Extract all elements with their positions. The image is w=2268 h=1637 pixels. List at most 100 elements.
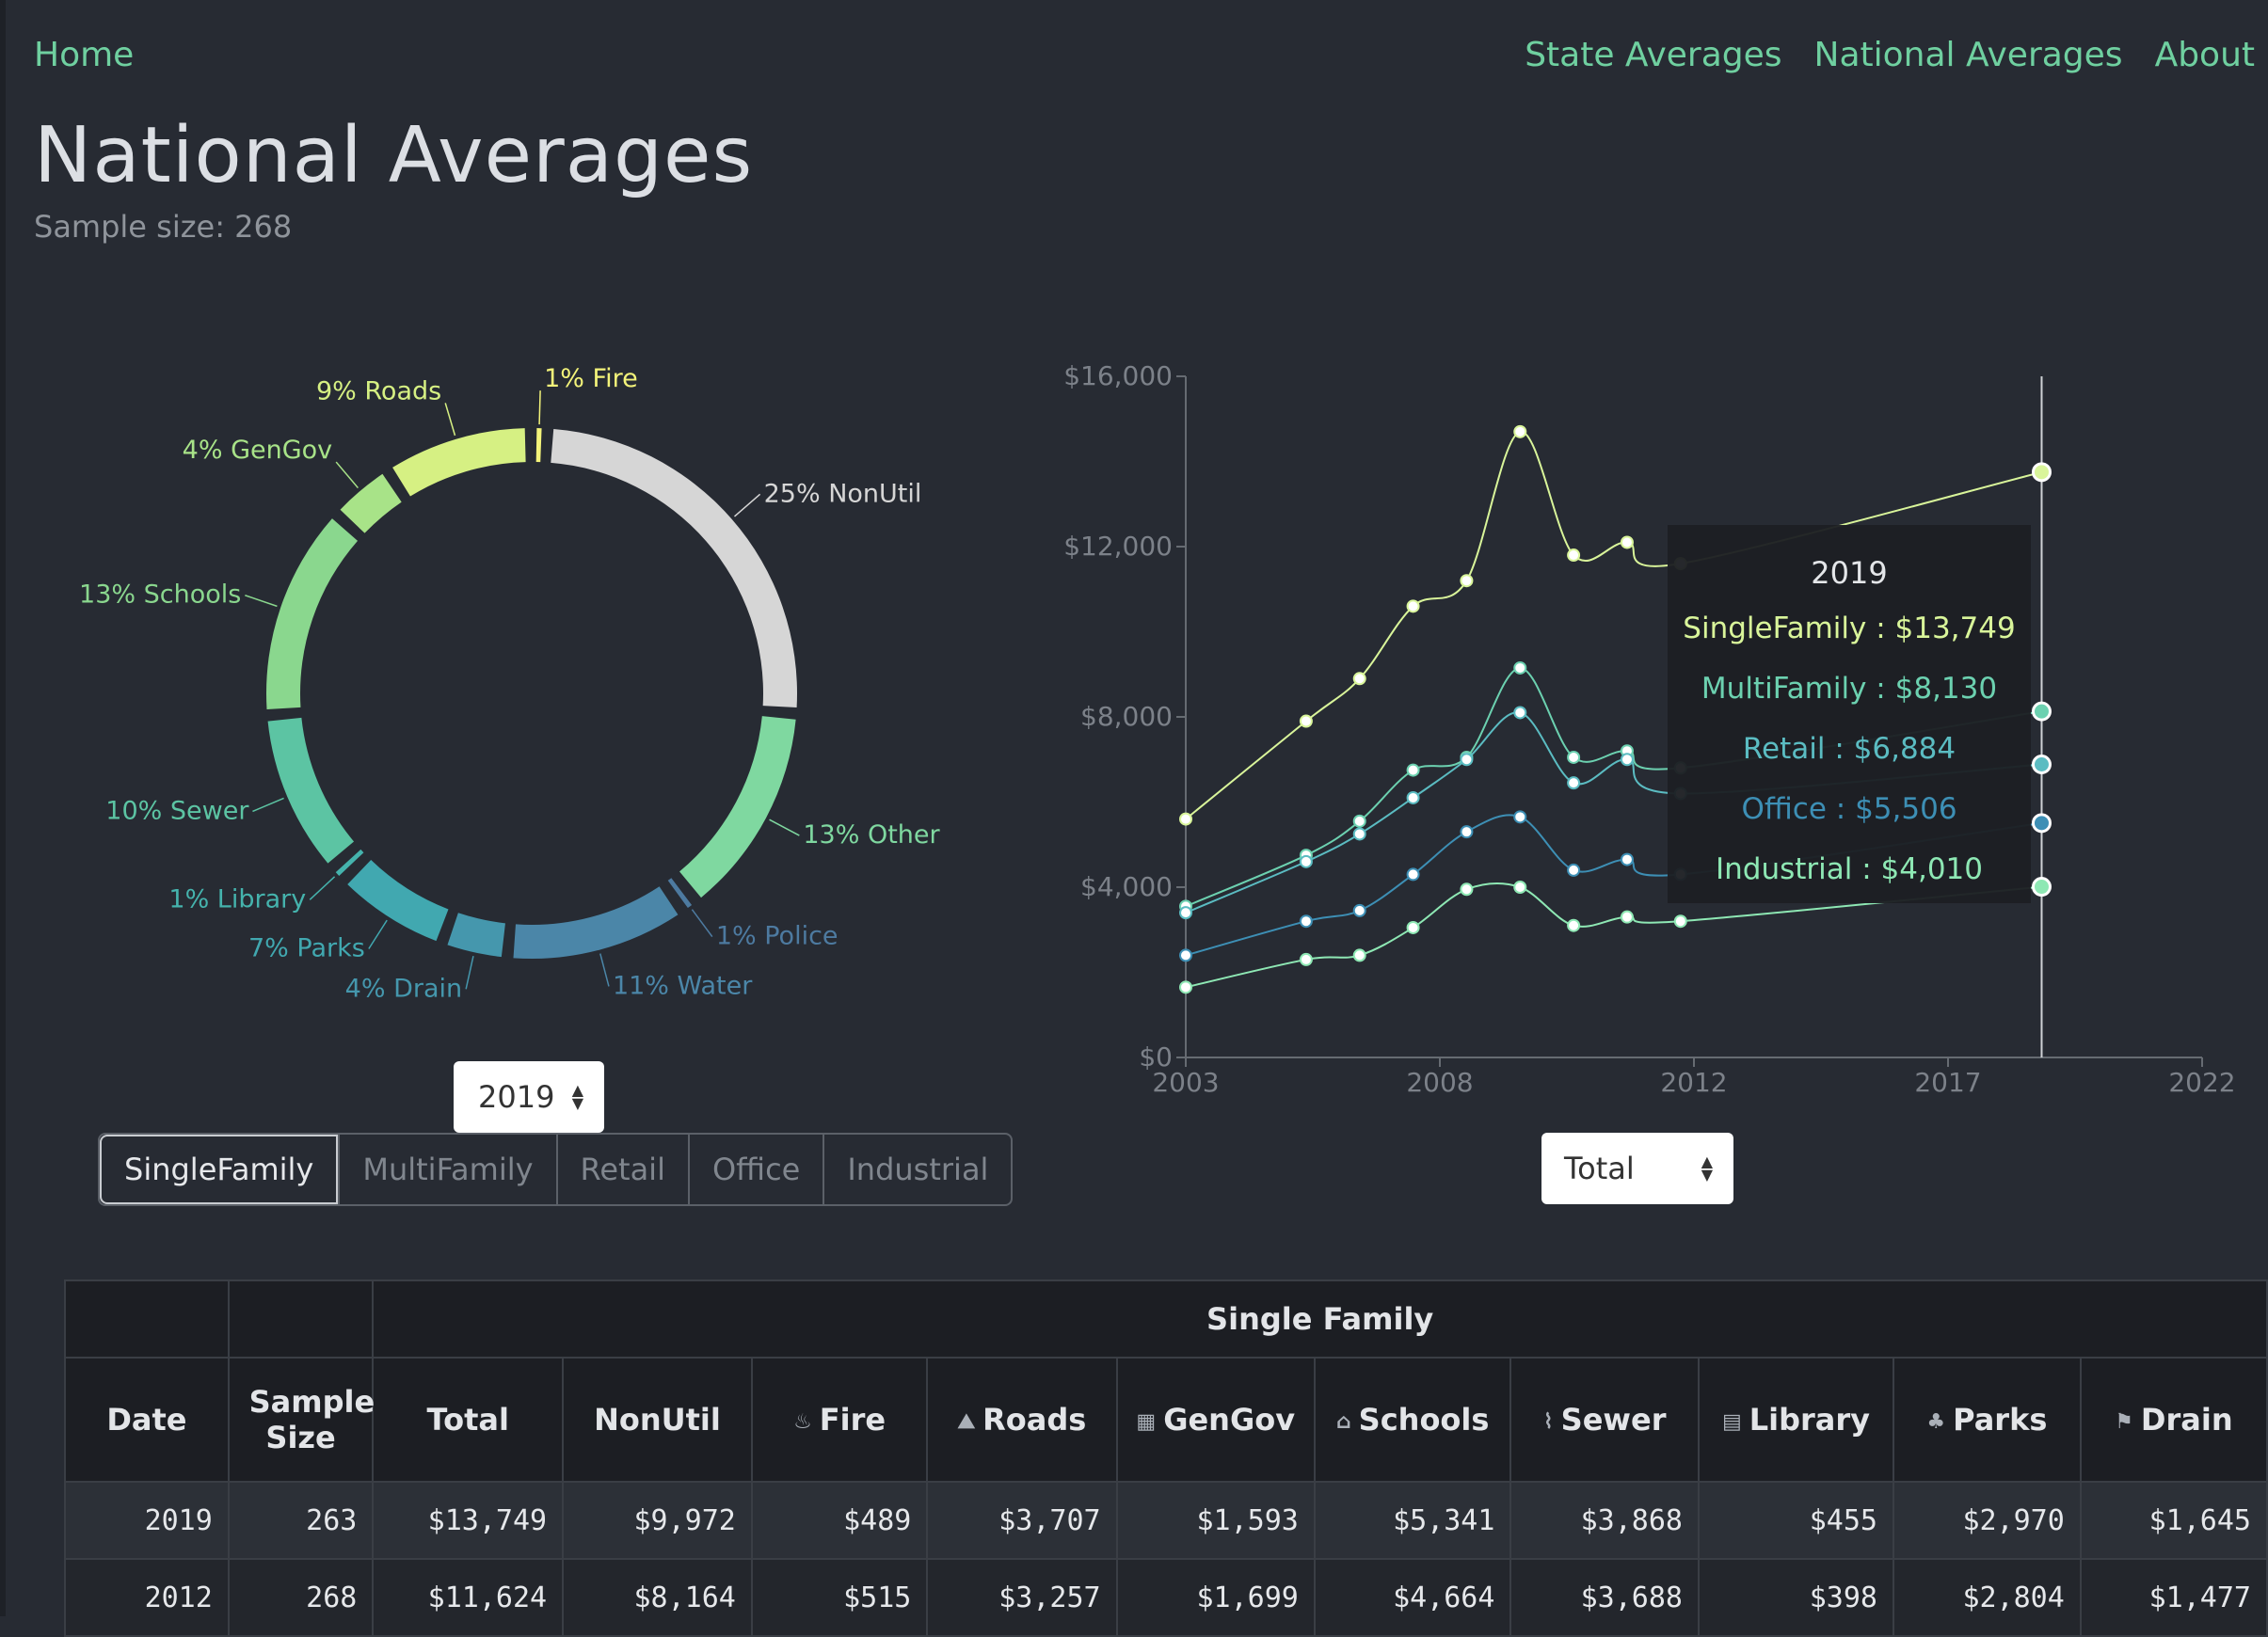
donut-slice[interactable] xyxy=(347,860,449,942)
column-header-fire[interactable]: ♨ Fire xyxy=(750,1357,929,1483)
data-point[interactable] xyxy=(1620,753,1634,767)
data-point[interactable] xyxy=(1567,548,1581,563)
type-button-office[interactable]: Office xyxy=(687,1135,823,1204)
data-point[interactable] xyxy=(1299,952,1313,966)
data-point[interactable] xyxy=(1179,980,1192,994)
donut-slice[interactable] xyxy=(340,473,402,533)
nav-national-averages-link[interactable]: National Averages xyxy=(1814,36,2123,74)
table-cell: $2,804 xyxy=(1892,1558,2082,1637)
data-point[interactable] xyxy=(1406,920,1420,934)
donut-leader-line xyxy=(309,876,336,900)
data-point[interactable] xyxy=(2031,813,2052,834)
data-point[interactable] xyxy=(1460,825,1474,839)
column-header-sample-size[interactable]: Sample Size xyxy=(227,1357,375,1483)
column-header-schools[interactable]: ⌂ Schools xyxy=(1313,1357,1512,1483)
donut-slice[interactable] xyxy=(513,886,679,959)
data-point[interactable] xyxy=(1299,854,1313,868)
column-header-roads[interactable]: ⛰ Roads xyxy=(926,1357,1118,1483)
data-point[interactable] xyxy=(1406,867,1420,882)
data-point[interactable] xyxy=(1513,424,1527,438)
data-point[interactable] xyxy=(1179,812,1192,826)
data-point[interactable] xyxy=(1460,882,1474,897)
data-point[interactable] xyxy=(2031,754,2052,774)
donut-leader-line xyxy=(335,461,359,489)
column-header-label: Sample Size xyxy=(248,1384,375,1455)
type-button-multifamily[interactable]: MultiFamily xyxy=(338,1135,555,1204)
data-point[interactable] xyxy=(1620,852,1634,866)
data-point[interactable] xyxy=(1673,914,1687,929)
metric-select[interactable]: Total ▲ ▼ xyxy=(1541,1133,1733,1204)
data-point[interactable] xyxy=(2031,877,2052,898)
data-point[interactable] xyxy=(1513,881,1527,894)
data-point[interactable] xyxy=(1567,918,1581,932)
column-header-label: NonUtil xyxy=(594,1402,721,1438)
year-select[interactable]: 2019 ▲ ▼ xyxy=(454,1061,604,1133)
tooltip-row: MultiFamily : $8,130 xyxy=(1701,672,1997,706)
type-button-retail[interactable]: Retail xyxy=(555,1135,688,1204)
table-row[interactable]: 2012 268 $11,624 $8,164 $515 $3,257 $1,699 $4,6… xyxy=(64,1558,2268,1637)
column-header-parks[interactable]: ♣ Parks xyxy=(1892,1357,2082,1483)
donut-slice[interactable] xyxy=(392,428,526,497)
data-point[interactable] xyxy=(1352,814,1366,828)
column-header-total[interactable]: Total xyxy=(372,1357,565,1483)
data-point[interactable] xyxy=(1406,790,1420,804)
donut-slice[interactable] xyxy=(447,913,505,958)
data-point[interactable] xyxy=(1513,660,1527,675)
data-point[interactable] xyxy=(1406,599,1420,613)
data-point[interactable] xyxy=(1299,914,1313,929)
data-point[interactable] xyxy=(1352,827,1366,841)
data-point[interactable] xyxy=(1406,763,1420,777)
donut-slice[interactable] xyxy=(667,878,693,909)
data-point[interactable] xyxy=(2031,701,2052,722)
donut-slice[interactable] xyxy=(535,428,542,463)
data-point[interactable] xyxy=(1460,753,1474,767)
type-button-industrial[interactable]: Industrial xyxy=(823,1135,1011,1204)
table-cell: $1,477 xyxy=(2079,1558,2268,1637)
donut-label: 9% Roads xyxy=(316,376,441,405)
data-point[interactable] xyxy=(2031,462,2052,483)
column-header-label: Date xyxy=(106,1402,187,1438)
data-point[interactable] xyxy=(1620,535,1634,549)
donut-leader-line xyxy=(538,390,541,425)
window-edge xyxy=(0,0,6,1616)
select-arrows-icon: ▲ ▼ xyxy=(571,1081,583,1112)
data-point[interactable] xyxy=(1567,863,1581,877)
donut-slice[interactable] xyxy=(267,717,355,864)
donut-slice[interactable] xyxy=(335,849,364,876)
donut-leader-line xyxy=(368,919,388,949)
table-cell: $1,593 xyxy=(1115,1481,1316,1560)
column-header-nonutil[interactable]: NonUtil xyxy=(562,1357,753,1483)
data-point[interactable] xyxy=(1179,906,1192,920)
nav-home-link[interactable]: Home xyxy=(34,36,134,74)
donut-label: 11% Water xyxy=(613,971,753,1000)
data-point[interactable] xyxy=(1460,574,1474,588)
type-button-singlefamily[interactable]: SingleFamily xyxy=(100,1135,339,1204)
data-point[interactable] xyxy=(1567,750,1581,764)
y-tick-label: $12,000 xyxy=(1063,531,1173,562)
donut-slice[interactable] xyxy=(551,428,797,708)
column-header-library[interactable]: ▤ Library xyxy=(1697,1357,1894,1483)
column-header-gengov[interactable]: ▦ GenGov xyxy=(1115,1357,1316,1483)
data-point[interactable] xyxy=(1567,776,1581,790)
data-point[interactable] xyxy=(1179,948,1192,962)
donut-slice[interactable] xyxy=(266,518,359,709)
data-point[interactable] xyxy=(1620,910,1634,924)
data-point[interactable] xyxy=(1352,948,1366,962)
nav-state-averages-link[interactable]: State Averages xyxy=(1525,36,1781,74)
table-cell: $3,257 xyxy=(926,1558,1118,1637)
table-row[interactable]: 2019 263 $13,749 $9,972 $489 $3,707 $1,593 $5,3… xyxy=(64,1481,2268,1560)
data-point[interactable] xyxy=(1352,672,1366,686)
data-point[interactable] xyxy=(1513,810,1527,824)
nav-about-link[interactable]: About xyxy=(2155,36,2255,74)
column-header-drain[interactable]: ⚑ Drain xyxy=(2079,1357,2268,1483)
column-header-sewer[interactable]: ⌇ Sewer xyxy=(1509,1357,1700,1483)
donut-leader-line xyxy=(252,797,284,813)
data-point[interactable] xyxy=(1352,903,1366,917)
table-cell: $489 xyxy=(750,1481,929,1560)
table-cell: $13,749 xyxy=(372,1481,565,1560)
data-point[interactable] xyxy=(1299,714,1313,728)
column-header-date[interactable]: Date xyxy=(64,1357,230,1483)
data-point[interactable] xyxy=(1513,706,1527,720)
table-cell: $2,970 xyxy=(1892,1481,2082,1560)
donut-slice[interactable] xyxy=(679,716,796,898)
